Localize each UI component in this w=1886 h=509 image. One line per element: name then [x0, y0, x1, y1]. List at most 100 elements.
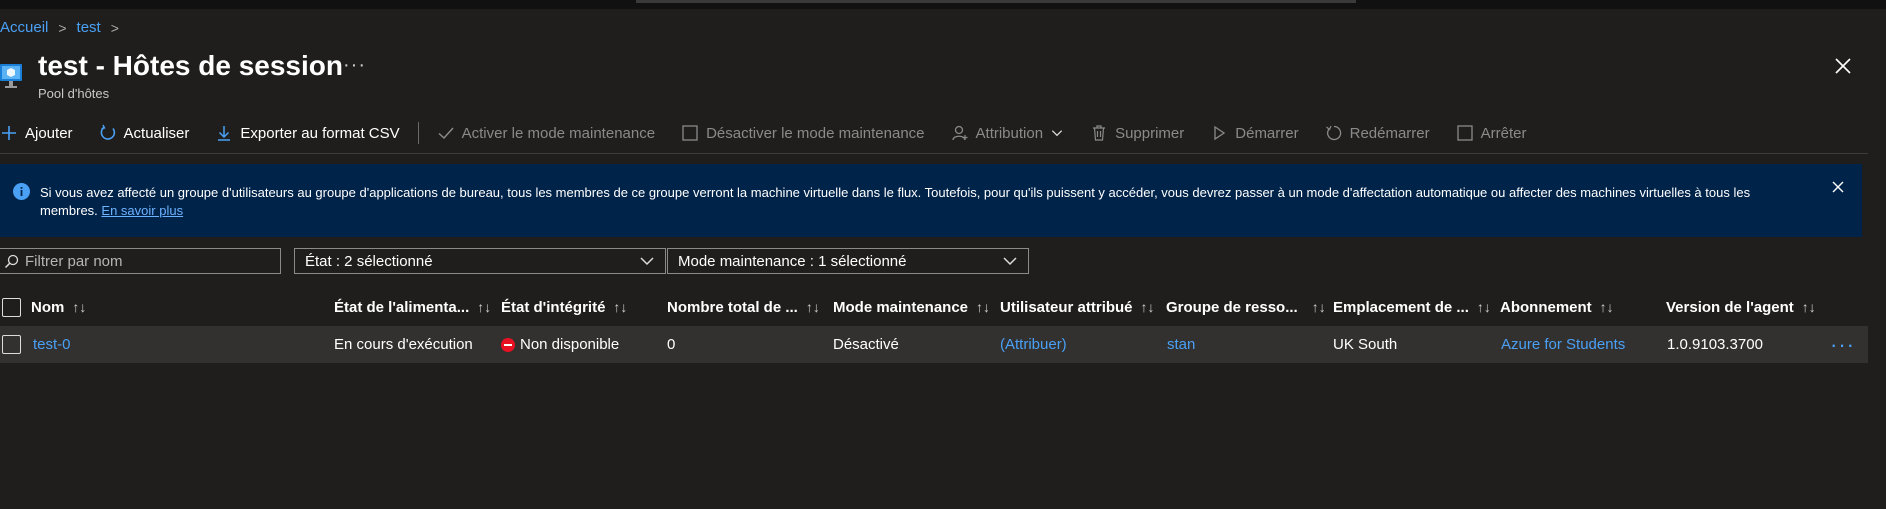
total-sessions-cell: 0: [667, 336, 676, 353]
sort-icon[interactable]: ↑↓: [1141, 299, 1155, 315]
breadcrumb-home[interactable]: Accueil: [0, 19, 48, 36]
row-more-icon[interactable]: ···: [1830, 326, 1855, 363]
info-icon: [13, 183, 30, 200]
column-header-label: Utilisateur attribué: [1000, 298, 1133, 316]
sort-icon[interactable]: ↑↓: [1600, 299, 1614, 315]
column-header-label: Version de l'agent: [1666, 298, 1794, 316]
stop-label: Arrêter: [1480, 124, 1527, 142]
page-subtitle: Pool d'hôtes: [38, 86, 110, 101]
export-csv-button-label: Exporter au format CSV: [240, 124, 400, 142]
column-header-label: État de l'alimenta...: [334, 298, 470, 316]
close-icon[interactable]: [1833, 56, 1853, 76]
pool-icon: [0, 64, 22, 88]
checkbox-icon: [682, 125, 698, 141]
column-header-location[interactable]: Emplacement de ... ↑↓: [1333, 292, 1491, 322]
column-header-subscription[interactable]: Abonnement ↑↓: [1500, 292, 1614, 322]
filter-by-name-input[interactable]: [0, 248, 281, 274]
assignment-label: Attribution: [975, 124, 1044, 142]
search-icon: [4, 254, 19, 268]
maintenance-filter-value: Mode maintenance : 1 sélectionné: [678, 252, 907, 270]
more-icon[interactable]: ···: [343, 54, 366, 77]
table-row[interactable]: test-0 En cours d'exécution Non disponib…: [0, 326, 1868, 363]
delete-button[interactable]: Supprimer: [1090, 124, 1184, 142]
select-all-checkbox[interactable]: [2, 297, 21, 317]
toolbar-divider: [417, 122, 419, 144]
column-header-label: Nombre total de ...: [667, 298, 798, 316]
agent-version-cell: 1.0.9103.3700: [1667, 336, 1763, 353]
column-header-resource-group[interactable]: Groupe de resso... ↑↓: [1166, 292, 1326, 322]
check-icon: [438, 127, 454, 140]
learn-more-link[interactable]: En savoir plus: [101, 203, 183, 218]
add-icon: [2, 126, 16, 140]
restart-button[interactable]: Redémarrer: [1325, 124, 1430, 142]
column-header-power-state[interactable]: État de l'alimenta... ↑↓: [334, 292, 491, 322]
sort-icon[interactable]: ↑↓: [72, 299, 86, 315]
restart-label: Redémarrer: [1349, 124, 1430, 142]
info-banner-text: Si vous avez affecté un groupe d'utilisa…: [40, 185, 1751, 218]
column-header-label: Emplacement de ...: [1333, 298, 1469, 316]
host-name-link[interactable]: test-0: [33, 326, 71, 363]
global-search-edge[interactable]: [636, 0, 1356, 3]
column-header-agent-version[interactable]: Version de l'agent ↑↓: [1666, 292, 1816, 322]
column-header-assigned-user[interactable]: Utilisateur attribué ↑↓: [1000, 292, 1155, 322]
assign-user-link[interactable]: (Attribuer): [1000, 326, 1067, 363]
toolbar-separator: [0, 153, 1868, 154]
page-header: test - Hôtes de session ··· Pool d'hôtes: [0, 50, 1886, 110]
chevron-right-icon: >: [58, 19, 67, 36]
sort-icon[interactable]: ↑↓: [613, 299, 627, 315]
add-button[interactable]: Ajouter: [0, 124, 73, 142]
start-button[interactable]: Démarrer: [1210, 124, 1299, 142]
power-state-cell: En cours d'exécution: [334, 336, 473, 353]
sort-icon[interactable]: ↑↓: [976, 299, 990, 315]
info-banner-message: Si vous avez affecté un groupe d'utilisa…: [40, 184, 1810, 220]
enable-maintenance-label: Activer le mode maintenance: [461, 124, 656, 142]
resource-group-link[interactable]: stan: [1167, 326, 1195, 363]
disable-maintenance-button[interactable]: Désactiver le mode maintenance: [681, 124, 925, 142]
start-label: Démarrer: [1235, 124, 1299, 142]
column-header-label: Abonnement: [1500, 298, 1592, 316]
play-icon: [1214, 125, 1226, 141]
column-header-maintenance[interactable]: Mode maintenance ↑↓: [833, 292, 990, 322]
chevron-down-icon: [1003, 257, 1017, 266]
column-header-health[interactable]: État d'intégrité ↑↓: [501, 292, 627, 322]
sort-icon[interactable]: ↑↓: [1312, 299, 1326, 315]
chevron-right-icon: >: [110, 19, 119, 36]
refresh-button[interactable]: Actualiser: [99, 124, 190, 142]
person-icon: [951, 125, 968, 141]
table-header-row: Nom ↑↓ État de l'alimenta... ↑↓ État d'int…: [0, 292, 1868, 322]
checkbox-icon: [1456, 125, 1473, 141]
filter-by-name-field[interactable]: [23, 251, 277, 271]
sort-icon[interactable]: ↑↓: [806, 299, 820, 315]
row-checkbox[interactable]: [2, 335, 21, 354]
export-csv-button[interactable]: Exporter au format CSV: [215, 124, 400, 142]
assignment-button[interactable]: Attribution: [951, 124, 1065, 142]
download-icon: [218, 126, 231, 141]
page-title: test - Hôtes de session: [38, 50, 343, 81]
toolbar: Ajouter Actualiser Exporter au format CS…: [0, 120, 1552, 146]
sort-icon[interactable]: ↑↓: [1802, 299, 1816, 315]
sort-icon[interactable]: ↑↓: [1477, 299, 1491, 315]
chevron-down-icon: [640, 257, 654, 266]
add-button-label: Ajouter: [25, 124, 73, 142]
state-filter-dropdown[interactable]: État : 2 sélectionné: [294, 248, 666, 274]
stop-button[interactable]: Arrêter: [1456, 124, 1527, 142]
enable-maintenance-button[interactable]: Activer le mode maintenance: [437, 124, 655, 142]
refresh-button-label: Actualiser: [123, 124, 190, 142]
health-text: Non disponible: [520, 336, 620, 353]
column-header-label: Mode maintenance: [833, 298, 969, 316]
close-icon[interactable]: [1832, 181, 1844, 193]
health-cell: Non disponible: [501, 326, 619, 363]
refresh-icon: [100, 124, 115, 140]
select-all-cell: [2, 292, 21, 322]
column-header-name[interactable]: Nom ↑↓: [31, 292, 86, 322]
maintenance-filter-dropdown[interactable]: Mode maintenance : 1 sélectionné: [667, 248, 1029, 274]
column-header-total[interactable]: Nombre total de ... ↑↓: [667, 292, 820, 322]
sort-icon[interactable]: ↑↓: [477, 299, 491, 315]
state-filter-value: État : 2 sélectionné: [305, 252, 433, 270]
trash-icon: [1093, 125, 1106, 141]
location-cell: UK South: [1333, 336, 1398, 353]
maintenance-cell: Désactivé: [833, 336, 899, 353]
breadcrumb-test[interactable]: test: [77, 19, 101, 36]
breadcrumb: Accueil > test >: [0, 19, 119, 36]
subscription-link[interactable]: Azure for Students: [1501, 326, 1625, 363]
